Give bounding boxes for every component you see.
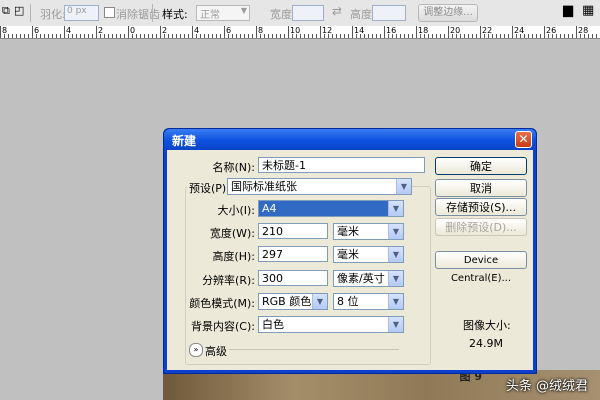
advanced-label: 高级: [205, 345, 227, 358]
colormode-label: 颜色模式(M):: [189, 297, 255, 310]
resolution-unit-value: 像素/英寸: [337, 272, 385, 285]
name-label: 名称(N):: [212, 161, 255, 174]
ruler-number: 8: [2, 26, 8, 35]
height-unit-value: 毫米: [337, 248, 359, 261]
ruler-number: 4: [194, 26, 200, 35]
ruler-number: 28: [578, 26, 589, 35]
width-input[interactable]: 210: [258, 223, 328, 239]
bitdepth-select[interactable]: 8 位 ▼: [333, 293, 404, 310]
chevron-down-icon: ▼: [388, 201, 403, 216]
ruler-number: 24: [514, 26, 525, 35]
height-unit-select[interactable]: 毫米 ▼: [333, 246, 404, 263]
size-label: 大小(I):: [217, 204, 255, 217]
style-label: 样式:: [162, 8, 188, 21]
resolution-label: 分辨率(R):: [202, 274, 255, 287]
chevron-down-icon: ▼: [388, 317, 403, 332]
name-input[interactable]: 未标题-1: [258, 157, 425, 173]
image-size-label: 图像大小:: [463, 319, 511, 332]
ruler-number: 8: [258, 26, 264, 35]
divider: [152, 4, 153, 22]
ruler-number: 14: [354, 26, 365, 35]
ruler-number: 20: [450, 26, 461, 35]
height-input[interactable]: [372, 5, 406, 21]
save-preset-button[interactable]: 存储预设(S)...: [435, 198, 527, 216]
ruler-number: 16: [386, 26, 397, 35]
background-select[interactable]: 白色 ▼: [258, 316, 404, 333]
ruler-number: 6: [226, 26, 232, 35]
ruler-number: 2: [162, 26, 168, 35]
chevron-down-icon: ▼: [396, 179, 411, 194]
swap-icon[interactable]: ⇄: [332, 4, 342, 18]
style-select[interactable]: 正常: [200, 6, 220, 21]
divider: [30, 4, 31, 22]
workspace-icon[interactable]: ▆: [563, 3, 573, 18]
background-value: 白色: [262, 318, 284, 331]
dialog-titlebar[interactable]: 新建 ✕: [164, 129, 536, 150]
dialog-title: 新建: [172, 134, 197, 148]
size-select[interactable]: A4 ▼: [258, 200, 404, 217]
watermark: 头条 @绒绒君: [505, 379, 588, 394]
antialias-label: 消除锯齿: [116, 8, 160, 21]
ruler-number: 2: [98, 26, 104, 35]
background-label: 背景内容(C):: [191, 320, 255, 333]
image-size-value: 24.9M: [469, 337, 503, 350]
delete-preset-button[interactable]: 删除预设(D)...: [435, 218, 527, 236]
feather-input[interactable]: 0 px: [67, 6, 87, 16]
chevron-down-icon: ▼: [388, 271, 403, 286]
preset-select[interactable]: 国际标准纸张 ▼: [227, 178, 412, 195]
feather-label: 羽化:: [40, 8, 66, 21]
chevron-down-icon: ▼: [388, 294, 403, 309]
device-central-button[interactable]: Device Central(E)...: [435, 251, 527, 284]
ruler-number: 18: [418, 26, 429, 35]
new-document-dialog: 新建 ✕ 名称(N): 未标题-1 预设(P): 国际标准纸张 ▼ 大小(I):…: [163, 128, 537, 374]
chevron-down-icon: ▼: [240, 6, 247, 15]
close-icon[interactable]: ✕: [515, 131, 532, 148]
preset-value: 国际标准纸张: [231, 180, 297, 193]
chevron-down-icon: ▼: [388, 247, 403, 262]
size-value: A4: [262, 202, 277, 215]
chevron-down-icon: ▼: [388, 224, 403, 239]
ruler-number: 4: [66, 26, 72, 35]
options-bar: ⧉ ◰ 羽化: 0 px 消除锯齿 样式: 正常 ▼ 宽度: ⇄ 高度: 调整边缘…: [0, 0, 600, 27]
preset-label: 预设(P):: [187, 180, 232, 196]
colormode-value: RGB 颜色: [262, 295, 312, 308]
divider: [229, 349, 399, 350]
ruler-number: 22: [482, 26, 493, 35]
width-unit-value: 毫米: [337, 225, 359, 238]
ruler-number: 0: [130, 26, 136, 35]
refine-edge-button[interactable]: 调整边缘...: [418, 4, 478, 22]
colormode-select[interactable]: RGB 颜色 ▼: [258, 293, 328, 310]
ruler-number: 6: [34, 26, 40, 35]
palette-icon[interactable]: ▦: [582, 3, 594, 18]
ruler-number: 10: [290, 26, 301, 35]
cancel-button[interactable]: 取消: [435, 179, 527, 197]
resolution-unit-select[interactable]: 像素/英寸 ▼: [333, 270, 404, 287]
expand-advanced-icon[interactable]: »: [189, 343, 203, 357]
resolution-input[interactable]: 300: [258, 270, 328, 286]
ruler-number: 26: [546, 26, 557, 35]
width-label: 宽度(W):: [209, 227, 255, 240]
height-label: 高度(H):: [212, 250, 255, 263]
selection-subtract-icon[interactable]: ◰: [14, 4, 24, 17]
selection-mode-icon[interactable]: ⧉: [2, 4, 10, 18]
antialias-checkbox[interactable]: [104, 7, 115, 18]
horizontal-ruler: 8 6 4 2 0 2 4 6 8 10 12 14 16 18 20 22 24 26 28: [0, 26, 600, 39]
width-input[interactable]: [292, 5, 324, 21]
height-input[interactable]: 297: [258, 246, 328, 262]
chevron-down-icon: ▼: [312, 294, 327, 309]
ok-button[interactable]: 确定: [435, 157, 527, 175]
dialog-body: 名称(N): 未标题-1 预设(P): 国际标准纸张 ▼ 大小(I): A4 ▼…: [167, 150, 533, 370]
ruler-number: 12: [322, 26, 333, 35]
width-unit-select[interactable]: 毫米 ▼: [333, 223, 404, 240]
bitdepth-value: 8 位: [337, 295, 359, 308]
